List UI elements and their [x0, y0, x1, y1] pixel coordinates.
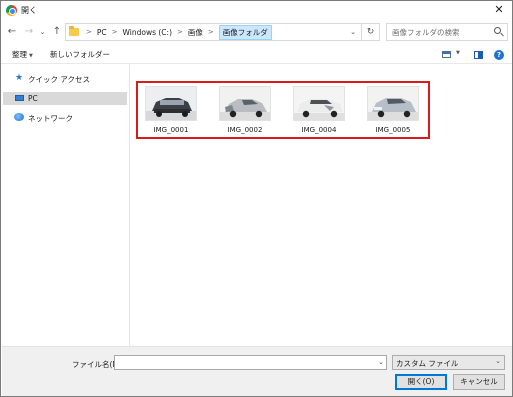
file-type-select[interactable]: カスタム ファイル ⌄ [392, 355, 505, 370]
refresh-button[interactable]: ↻ [361, 24, 379, 40]
breadcrumb: > PC > Windows (C:) > 画像 > 画像フォルダ [81, 24, 272, 40]
forward-button[interactable]: → [23, 25, 35, 39]
breadcrumb-current-folder[interactable]: 画像フォルダ [218, 24, 272, 40]
close-button[interactable]: ✕ [492, 3, 506, 17]
sidebar-item-label: ネットワーク [28, 114, 73, 123]
title-bar: 開く ✕ [1, 1, 512, 20]
organize-menu[interactable]: 整理 ▼ [12, 49, 33, 60]
file-item[interactable]: IMG_0001 [141, 86, 201, 136]
breadcrumb-pc[interactable]: PC [97, 28, 107, 37]
preview-pane-icon[interactable] [474, 51, 483, 59]
image-thumbnail [145, 86, 197, 121]
open-file-dialog: 開く ✕ ← → ⌄ ↑ > PC > Windows (C:) > 画像 > … [0, 0, 513, 397]
chevron-down-icon: ▼ [29, 53, 33, 59]
breadcrumb-separator: > [207, 28, 214, 36]
new-folder-button[interactable]: 新しいフォルダー [50, 49, 110, 60]
sidebar-item-label: クイック アクセス [28, 75, 91, 84]
dialog-footer: ファイル名(N): ⌄ カスタム ファイル ⌄ 開く(O) キャンセル [2, 346, 512, 396]
search-input[interactable]: 画像フォルダの検索 [386, 23, 508, 41]
file-name: IMG_0001 [153, 126, 189, 134]
chevron-down-icon[interactable]: ⌄ [378, 356, 384, 369]
image-thumbnail [367, 86, 419, 121]
file-item[interactable]: IMG_0002 [215, 86, 275, 136]
window-title: 開く [21, 6, 37, 15]
navigation-pane: ★ クイック アクセス PC ネットワーク [1, 65, 130, 346]
file-item[interactable]: IMG_0005 [363, 86, 423, 136]
back-button[interactable]: ← [6, 25, 18, 39]
breadcrumb-separator: > [111, 28, 118, 36]
address-bar[interactable]: > PC > Windows (C:) > 画像 > 画像フォルダ ⌄ ↻ [65, 23, 380, 41]
sidebar-item-label: PC [28, 94, 38, 103]
chevron-down-icon[interactable]: ▼ [456, 50, 460, 56]
computer-icon [15, 95, 24, 101]
breadcrumb-separator: > [86, 28, 92, 36]
breadcrumb-drive[interactable]: Windows (C:) [123, 28, 172, 37]
address-dropdown-button[interactable]: ⌄ [347, 24, 359, 40]
sidebar-item-network[interactable]: ネットワーク [3, 111, 127, 124]
cancel-button[interactable]: キャンセル [453, 374, 505, 390]
file-item[interactable]: IMG_0004 [289, 86, 349, 136]
navigation-bar: ← → ⌄ ↑ > PC > Windows (C:) > 画像 > 画像フォル… [1, 20, 512, 46]
file-name: IMG_0005 [375, 126, 411, 134]
image-thumbnail [293, 86, 345, 121]
up-button[interactable]: ↑ [51, 25, 63, 39]
breadcrumb-separator: > [177, 28, 183, 36]
view-options-icon[interactable] [442, 51, 451, 58]
file-name: IMG_0004 [301, 126, 337, 134]
help-icon[interactable]: ? [494, 50, 504, 60]
image-thumbnail [219, 86, 271, 121]
search-icon [494, 27, 501, 34]
file-type-value: カスタム ファイル [396, 359, 459, 368]
organize-label: 整理 [12, 50, 27, 59]
command-bar: 整理 ▼ 新しいフォルダー ▼ ? [1, 46, 512, 64]
search-placeholder: 画像フォルダの検索 [392, 28, 460, 37]
filename-field[interactable]: ⌄ [114, 355, 387, 370]
file-list: IMG_0001 IMG_0002 IMG_0004 IMG_0005 [131, 65, 513, 346]
sidebar-item-quick-access[interactable]: ★ クイック アクセス [3, 72, 127, 85]
network-icon [14, 113, 24, 121]
file-name: IMG_0002 [227, 126, 263, 134]
breadcrumb-pictures[interactable]: 画像 [188, 27, 203, 38]
open-button[interactable]: 開く(O) [395, 374, 447, 390]
sidebar-item-pc[interactable]: PC [3, 92, 127, 105]
chrome-icon [6, 5, 17, 16]
star-icon: ★ [15, 73, 24, 83]
recent-locations-button[interactable]: ⌄ [38, 25, 47, 39]
chevron-down-icon: ⌄ [495, 357, 501, 365]
folder-icon [69, 26, 79, 36]
